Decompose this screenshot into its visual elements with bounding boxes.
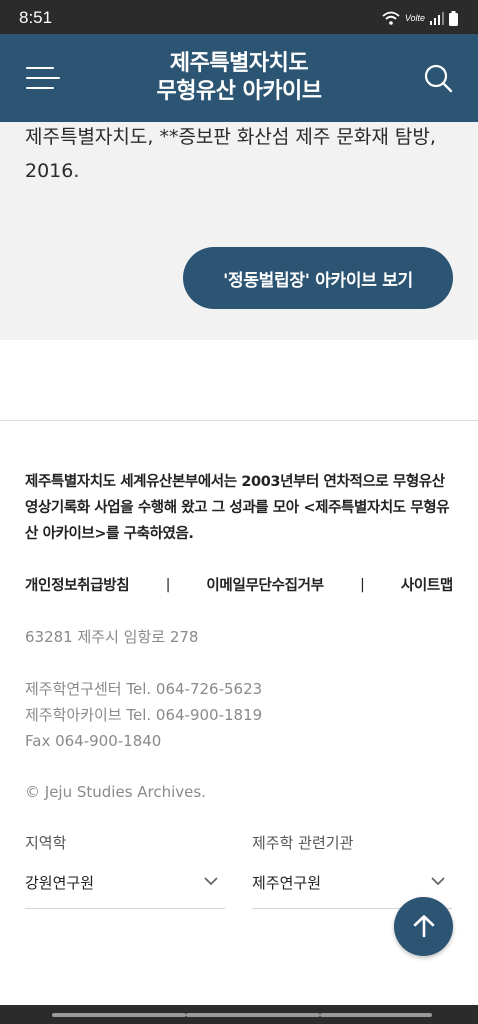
- hamburger-icon-line: [26, 77, 60, 79]
- link-separator: |: [359, 576, 365, 593]
- arrow-up-icon: [413, 915, 435, 938]
- nav-home-button[interactable]: [186, 1013, 320, 1017]
- status-icons: Volte: [382, 10, 458, 26]
- footer-description: 제주특별자치도 세계유산본부에서는 2003년부터 연차적으로 무형유산 영상기…: [25, 474, 450, 542]
- nav-recent-button[interactable]: [52, 1013, 186, 1017]
- reference-text-line1: 제주특별자치도, **증보판 화산섬 제주 문화재 탐방,: [25, 126, 436, 148]
- related-institutions-value: 제주연구원: [252, 874, 322, 892]
- site-title-line1: 제주특별자치도: [169, 51, 309, 76]
- status-bar: 8:51 Volte: [0, 0, 478, 34]
- footer-links: 개인정보취급방침 | 이메일무단수집거부 | 사이트맵: [25, 574, 453, 595]
- regional-studies-select[interactable]: 강원연구원: [25, 871, 225, 909]
- app-header: 제주특별자치도 무형유산 아카이브: [0, 34, 478, 122]
- footer-copyright: © Jeju Studies Archives.: [25, 783, 206, 801]
- reference-text: 제주특별자치도, **증보판 화산섬 제주 문화재 탐방, 2016.: [25, 122, 455, 188]
- signal-icon: [430, 12, 444, 25]
- email-refusal-link[interactable]: 이메일무단수집거부: [206, 574, 324, 595]
- footer-address: 63281 제주시 임항로 278: [25, 628, 199, 646]
- menu-button[interactable]: [22, 62, 62, 94]
- search-icon: [424, 64, 453, 93]
- hamburger-icon-line: [26, 67, 54, 69]
- content-section: 제주특별자치도, **증보판 화산섬 제주 문화재 탐방, 2016. '정동벌…: [0, 122, 478, 340]
- regional-studies-value: 강원연구원: [25, 874, 95, 892]
- view-archive-button[interactable]: '정동벌립장' 아카이브 보기: [183, 247, 453, 309]
- volte-label: Volte: [404, 13, 425, 23]
- site-title-line2: 무형유산 아카이브: [156, 79, 322, 104]
- chevron-down-icon: [431, 877, 445, 886]
- status-time: 8:51: [19, 8, 53, 27]
- search-button[interactable]: [422, 62, 456, 96]
- hamburger-icon-line: [26, 87, 54, 89]
- scroll-to-top-button[interactable]: [394, 897, 453, 956]
- footer-tel-research-center: 제주학연구센터 Tel. 064-726-5623: [25, 680, 263, 698]
- privacy-policy-link[interactable]: 개인정보취급방침: [25, 574, 130, 595]
- nav-back-button[interactable]: [320, 1013, 432, 1017]
- footer-divider: [0, 420, 478, 421]
- battery-icon: [449, 10, 458, 26]
- footer-tel-archive: 제주학아카이브 Tel. 064-900-1819: [25, 706, 263, 724]
- sitemap-link[interactable]: 사이트맵: [401, 574, 453, 595]
- footer-fax: Fax 064-900-1840: [25, 732, 162, 750]
- regional-studies-select-group: 지역학 강원연구원: [25, 830, 225, 909]
- regional-studies-label: 지역학: [25, 834, 67, 852]
- related-institutions-label: 제주학 관련기관: [252, 834, 354, 852]
- chevron-down-icon: [204, 877, 218, 886]
- system-nav-bar: [0, 1005, 478, 1024]
- reference-text-line2: 2016.: [25, 160, 80, 182]
- link-separator: |: [165, 576, 171, 593]
- wifi-icon: [382, 11, 400, 25]
- site-title[interactable]: 제주특별자치도 무형유산 아카이브: [100, 50, 378, 106]
